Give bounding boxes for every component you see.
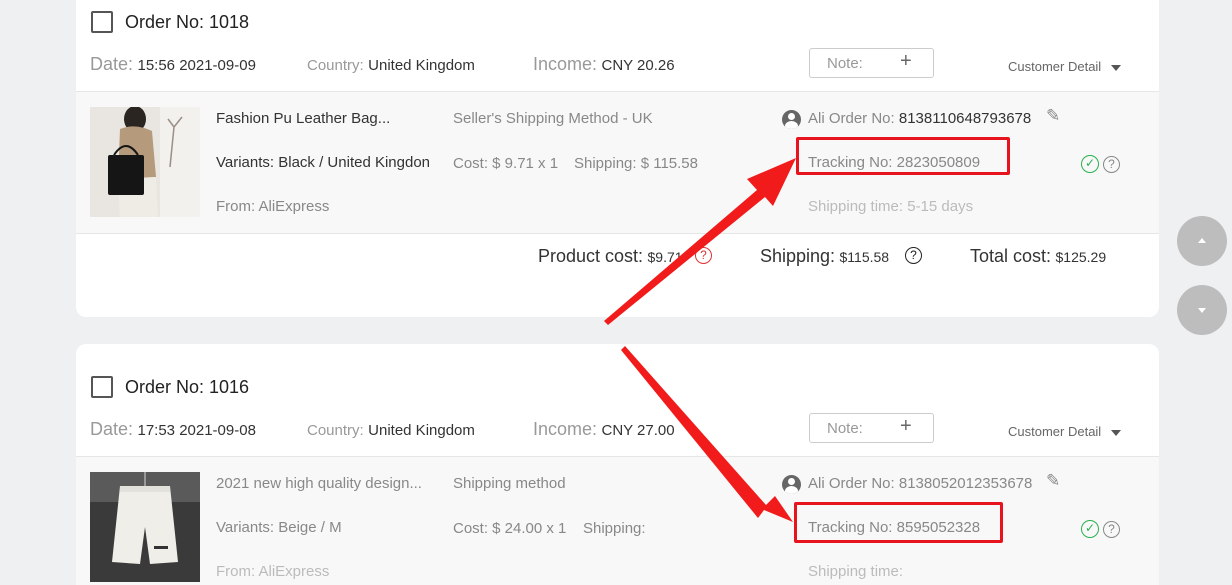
order-item-row: 2021 new high quality design... Variants… [76, 456, 1159, 585]
order-country: Country: United Kingdom [307, 422, 475, 439]
order-income: Income: CNY 27.00 [533, 419, 675, 439]
user-icon [782, 110, 801, 129]
product-thumbnail[interactable] [90, 472, 200, 582]
product-name[interactable]: Fashion Pu Leather Bag... [216, 110, 390, 127]
order-select-checkbox[interactable] [91, 11, 113, 33]
ali-order-number: Ali Order No: 8138052012353678 [808, 475, 1033, 492]
product-source: From: AliExpress [216, 563, 330, 580]
caret-up-icon [1198, 238, 1206, 243]
shipping-total: Shipping: $115.58 [760, 246, 890, 266]
scroll-down-button[interactable] [1177, 285, 1227, 335]
shipping-time: Shipping time: [808, 563, 904, 580]
caret-down-icon [1111, 429, 1122, 436]
item-shipping: Shipping: $ 115.58 [574, 155, 698, 172]
customer-detail-toggle[interactable]: Customer Detail [1008, 59, 1122, 74]
plus-icon: + [900, 50, 912, 72]
order-item-row: Fashion Pu Leather Bag... Variants: Blac… [76, 91, 1159, 234]
check-circle-icon: ✓ [1081, 520, 1099, 538]
shipping-time: Shipping time: 5-15 days [808, 198, 974, 215]
help-icon[interactable]: ? [905, 247, 922, 264]
caret-down-icon [1111, 64, 1122, 71]
order-country: Country: United Kingdom [307, 57, 475, 74]
item-shipping: Shipping: [583, 520, 646, 537]
user-icon [782, 475, 801, 494]
shipping-method[interactable]: Shipping method [453, 475, 566, 492]
order-title: Order No: 1018 [125, 12, 250, 32]
plus-icon: + [900, 415, 912, 437]
scroll-up-button[interactable] [1177, 216, 1227, 266]
order-select-checkbox[interactable] [91, 376, 113, 398]
order-date: Date: 15:56 2021-09-09 [90, 54, 256, 74]
order-card-1018: Order No: 1018 Date: 15:56 2021-09-09 Co… [76, 0, 1159, 317]
item-cost: Cost: $ 9.71 x 1 [453, 155, 559, 172]
help-icon[interactable]: ? [1103, 156, 1120, 173]
note-button[interactable]: Note: + [809, 48, 934, 78]
product-name[interactable]: 2021 new high quality design... [216, 475, 422, 492]
caret-down-icon [1198, 308, 1206, 313]
edit-pencil-icon[interactable]: ✎ [1046, 106, 1060, 126]
product-thumbnail[interactable] [90, 107, 200, 217]
note-button[interactable]: Note: + [809, 413, 934, 443]
customer-detail-toggle[interactable]: Customer Detail [1008, 424, 1122, 439]
product-source: From: AliExpress [216, 198, 330, 215]
shipping-method[interactable]: Seller's Shipping Method - UK [453, 110, 653, 127]
product-cost-total: Product cost: $9.71 [538, 246, 683, 266]
help-icon[interactable]: ? [1103, 521, 1120, 538]
edit-pencil-icon[interactable]: ✎ [1046, 471, 1060, 491]
order-card-1016: Order No: 1016 Date: 17:53 2021-09-08 Co… [76, 344, 1159, 585]
order-date: Date: 17:53 2021-09-08 [90, 419, 256, 439]
order-title: Order No: 1016 [125, 377, 250, 397]
tracking-number[interactable]: Tracking No: 8595052328 [808, 519, 980, 536]
help-icon[interactable]: ? [695, 247, 712, 264]
product-variants: Variants: Beige / M [216, 519, 342, 536]
item-cost: Cost: $ 24.00 x 1 [453, 520, 567, 537]
product-variants: Variants: Black / United Kingdon [216, 154, 431, 171]
total-cost: Total cost: $125.29 [970, 246, 1107, 266]
order-income: Income: CNY 20.26 [533, 54, 675, 74]
ali-order-number: Ali Order No: 8138110648793678 [808, 110, 1032, 127]
tracking-number[interactable]: Tracking No: 2823050809 [808, 154, 980, 171]
check-circle-icon: ✓ [1081, 155, 1099, 173]
